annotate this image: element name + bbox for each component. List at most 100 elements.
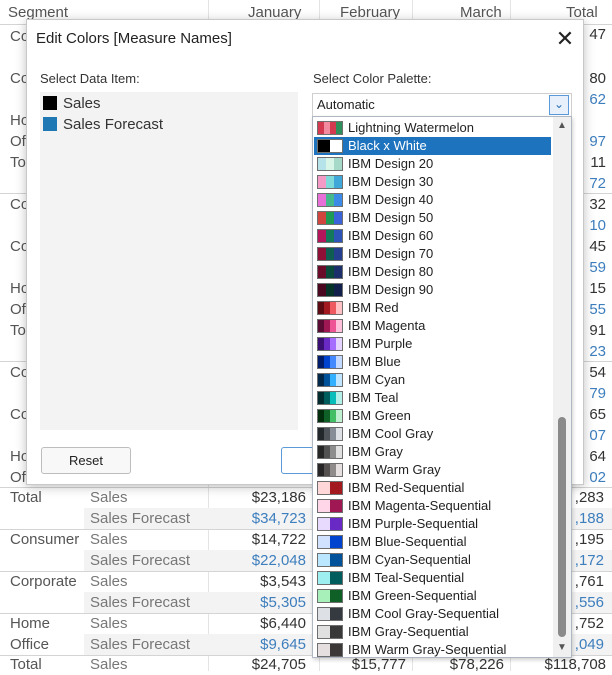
palette-option[interactable]: IBM Red-Sequential <box>314 479 551 497</box>
color-swatch <box>43 96 57 110</box>
palette-option[interactable]: IBM Design 40 <box>314 191 551 209</box>
palette-option[interactable]: IBM Teal <box>314 389 551 407</box>
palette-option[interactable]: IBM Cool Gray <box>314 425 551 443</box>
palette-option-label: IBM Warm Gray-Sequential <box>348 642 507 657</box>
palette-preview-icon <box>317 553 343 567</box>
palette-option-label: IBM Cool Gray <box>348 426 434 441</box>
january-value: $14,722 <box>251 531 306 548</box>
palette-preview-icon <box>317 463 343 477</box>
segment-fragment: Of <box>10 469 26 486</box>
palette-preview-icon <box>317 229 343 243</box>
scrollbar[interactable]: ▲ ▼ <box>553 117 571 657</box>
total-value: ,556 <box>574 594 604 611</box>
close-button[interactable]: ✕ <box>551 26 579 54</box>
palette-option[interactable]: IBM Magenta-Sequential <box>314 497 551 515</box>
palette-option-label: IBM Purple <box>348 336 413 351</box>
palette-option-label: IBM Design 20 <box>348 156 434 171</box>
data-item-sales-forecast[interactable]: Sales Forecast <box>43 115 163 135</box>
close-icon: ✕ <box>555 26 575 51</box>
palette-option[interactable]: IBM Warm Gray <box>314 461 551 479</box>
palette-option[interactable]: Lightning Watermelon <box>314 119 551 137</box>
palette-option[interactable]: Black x White <box>314 137 551 155</box>
measure-cell: Sales Forecast <box>90 510 191 527</box>
segment-cell: Total <box>10 656 42 673</box>
palette-preview-icon <box>317 571 343 585</box>
palette-option[interactable]: IBM Teal-Sequential <box>314 569 551 587</box>
palette-option-label: Black x White <box>348 138 427 153</box>
data-item-label: Sales <box>63 95 101 112</box>
palette-option[interactable]: IBM Design 60 <box>314 227 551 245</box>
palette-option[interactable]: IBM Design 80 <box>314 263 551 281</box>
palette-preview-icon <box>317 607 343 621</box>
palette-option[interactable]: IBM Design 90 <box>314 281 551 299</box>
palette-preview-icon <box>317 355 343 369</box>
color-palette-select[interactable]: Automatic ⌄ <box>312 93 572 117</box>
palette-option[interactable]: IBM Gray-Sequential <box>314 623 551 641</box>
palette-option[interactable]: IBM Design 20 <box>314 155 551 173</box>
palette-preview-icon <box>317 157 343 171</box>
total-value: ,761 <box>574 573 604 590</box>
total-value: ,172 <box>574 552 604 569</box>
segment-cell: Office <box>10 636 49 653</box>
palette-dropdown-list[interactable]: Lightning Watermelon Black x White IBM Des… <box>312 116 572 658</box>
palette-preview-icon <box>317 427 343 441</box>
palette-preview-icon <box>317 265 343 279</box>
data-item-sales[interactable]: Sales <box>43 94 101 114</box>
total-value: ,049 <box>574 636 604 653</box>
scroll-up-arrow-icon[interactable]: ▲ <box>553 119 571 133</box>
january-value: $9,645 <box>260 636 306 653</box>
palette-option[interactable]: IBM Green <box>314 407 551 425</box>
palette-option-label: IBM Purple-Sequential <box>348 516 479 531</box>
january-value: $22,048 <box>251 552 306 569</box>
palette-option[interactable]: IBM Purple <box>314 335 551 353</box>
palette-preview-icon <box>317 535 343 549</box>
palette-option[interactable]: IBM Red <box>314 299 551 317</box>
measure-cell: Sales <box>90 489 128 506</box>
palette-option-label: IBM Design 90 <box>348 282 434 297</box>
scrollbar-thumb[interactable] <box>558 417 566 637</box>
segment-fragment: Of <box>10 133 26 150</box>
measure-cell: Sales <box>90 656 128 673</box>
january-value: $5,305 <box>260 594 306 611</box>
palette-option[interactable]: IBM Warm Gray-Sequential <box>314 641 551 657</box>
palette-option[interactable]: IBM Design 50 <box>314 209 551 227</box>
palette-option[interactable]: IBM Cyan <box>314 371 551 389</box>
segment-fragment: Of <box>10 301 26 318</box>
total-value: ,195 <box>574 531 604 548</box>
palette-preview-icon <box>317 409 343 423</box>
palette-option[interactable]: IBM Design 30 <box>314 173 551 191</box>
palette-option[interactable]: IBM Gray <box>314 443 551 461</box>
palette-option-label: IBM Warm Gray <box>348 462 441 477</box>
palette-option[interactable]: IBM Green-Sequential <box>314 587 551 605</box>
palette-preview-icon <box>317 301 343 315</box>
palette-preview-icon <box>317 211 343 225</box>
palette-option[interactable]: IBM Blue-Sequential <box>314 533 551 551</box>
measure-cell: Sales <box>90 531 128 548</box>
measure-cell: Sales Forecast <box>90 552 191 569</box>
scroll-down-arrow-icon[interactable]: ▼ <box>553 641 571 655</box>
palette-option[interactable]: IBM Cool Gray-Sequential <box>314 605 551 623</box>
palette-option-label: IBM Cool Gray-Sequential <box>348 606 500 621</box>
measure-cell: Sales Forecast <box>90 594 191 611</box>
january-value: $6,440 <box>260 615 306 632</box>
data-item-list[interactable]: Sales Sales Forecast <box>40 92 298 430</box>
total-value: ,283 <box>574 489 604 506</box>
segment-cell: Corporate <box>10 573 77 590</box>
segment-fragment: To <box>10 322 26 339</box>
select-data-item-label: Select Data Item: <box>40 71 140 86</box>
dropdown-button[interactable]: ⌄ <box>549 95 569 115</box>
palette-preview-icon <box>317 643 343 657</box>
palette-option-label: IBM Teal-Sequential <box>348 570 465 585</box>
measure-cell: Sales Forecast <box>90 636 191 653</box>
palette-preview-icon <box>317 373 343 387</box>
palette-option[interactable]: IBM Design 70 <box>314 245 551 263</box>
palette-option[interactable]: IBM Purple-Sequential <box>314 515 551 533</box>
color-swatch <box>43 117 57 131</box>
palette-option-label: IBM Design 80 <box>348 264 434 279</box>
total-value: ,752 <box>574 615 604 632</box>
palette-option-label: IBM Design 30 <box>348 174 434 189</box>
palette-option[interactable]: IBM Blue <box>314 353 551 371</box>
palette-option[interactable]: IBM Magenta <box>314 317 551 335</box>
palette-option[interactable]: IBM Cyan-Sequential <box>314 551 551 569</box>
reset-button[interactable]: Reset <box>41 447 131 474</box>
